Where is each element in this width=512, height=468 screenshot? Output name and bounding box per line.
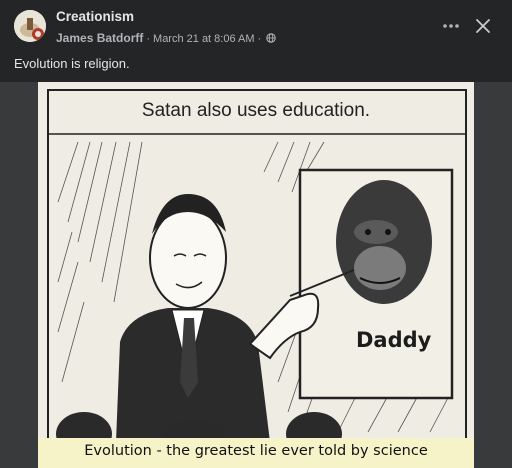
board-label: Daddy bbox=[356, 328, 432, 352]
globe-icon bbox=[266, 30, 276, 43]
meta-separator: · bbox=[257, 33, 262, 45]
post-header: Creationism James Batdorff · March 21 at… bbox=[0, 0, 512, 52]
comic-panel: Satan also uses education. Daddy Evoluti… bbox=[38, 82, 474, 468]
meta-separator: · bbox=[146, 33, 151, 45]
author-name[interactable]: James Batdorff bbox=[56, 31, 143, 45]
post-timestamp[interactable]: March 21 at 8:06 AM bbox=[153, 33, 255, 45]
more-options-button[interactable] bbox=[438, 13, 464, 39]
post-meta: James Batdorff · March 21 at 8:06 AM · bbox=[56, 29, 276, 45]
post-image[interactable]: Satan also uses education. Daddy Evoluti… bbox=[0, 82, 512, 468]
close-icon bbox=[476, 19, 490, 33]
avatar-image bbox=[14, 10, 46, 42]
comic-bottom-caption: Evolution - the greatest lie ever told b… bbox=[84, 443, 428, 459]
close-button[interactable] bbox=[470, 13, 496, 39]
post-text: Evolution is religion. bbox=[14, 56, 130, 71]
comic-top-caption: Satan also uses education. bbox=[141, 100, 371, 121]
group-name[interactable]: Creationism bbox=[56, 9, 134, 24]
comic-illustration bbox=[47, 89, 467, 463]
more-horizontal-icon bbox=[443, 24, 459, 28]
caption-band: Evolution - the greatest lie ever told b… bbox=[38, 438, 474, 468]
group-avatar[interactable] bbox=[14, 10, 46, 42]
